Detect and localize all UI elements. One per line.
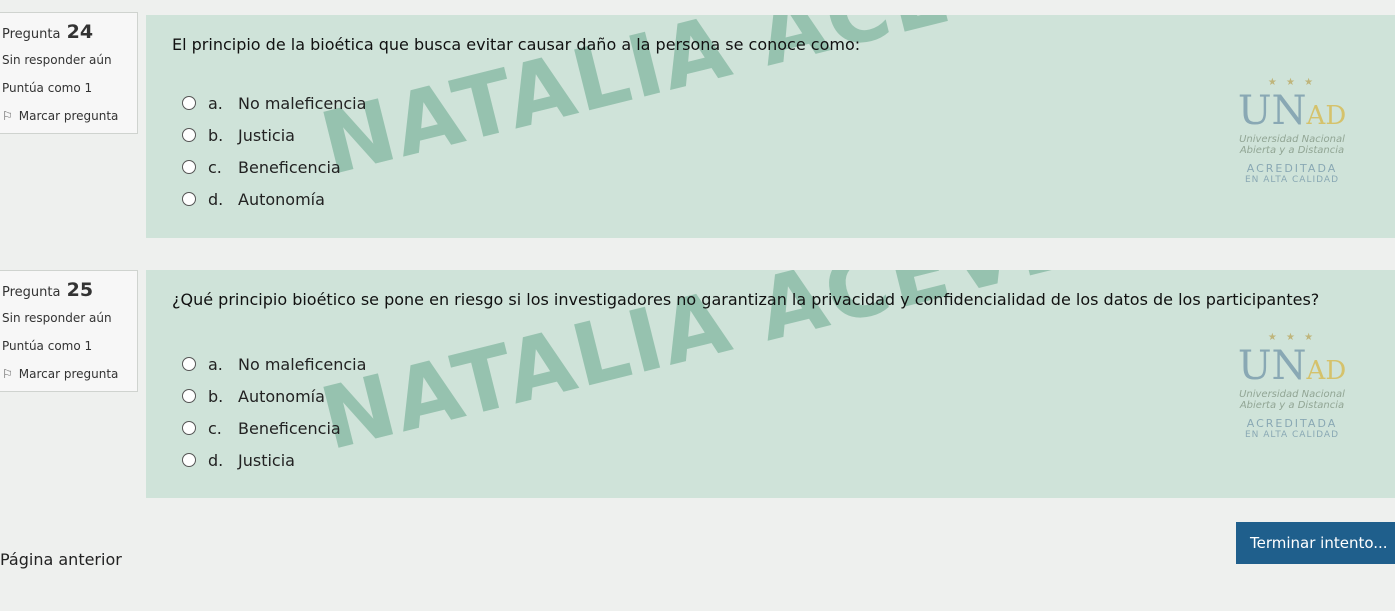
answer-option-d[interactable]: d. Autonomía — [182, 183, 366, 215]
question-grade: Puntúa como 1 — [2, 339, 93, 353]
answer-options: a. No maleficencia b. Justicia c. Beneficen… — [182, 87, 366, 215]
radio-button[interactable] — [182, 421, 196, 435]
answer-option-b[interactable]: b. Justicia — [182, 119, 366, 151]
question-state: Sin responder aún — [2, 53, 112, 67]
question-text: ¿Qué principio bioético se pone en riesg… — [172, 290, 1320, 309]
question-content: NATALIA ACEVEDO VELEZ ★ ★ ★ UNAD Univers… — [146, 270, 1395, 498]
answer-options: a. No maleficencia b. Autonomía c. Benefice… — [182, 348, 366, 476]
question-grade: Puntúa como 1 — [2, 81, 93, 95]
answer-option-c[interactable]: c. Beneficencia — [182, 412, 366, 444]
radio-button[interactable] — [182, 128, 196, 142]
question-info: Pregunta 24 Sin responder aún Puntúa com… — [0, 12, 138, 134]
radio-button[interactable] — [182, 389, 196, 403]
question-content: NATALIA ACEVEDO VELEZ ★ ★ ★ UNAD Univers… — [146, 15, 1395, 238]
flag-question-button[interactable]: ⚐ Marcar pregunta — [2, 109, 137, 123]
question-info: Pregunta 25 Sin responder aún Puntúa com… — [0, 270, 138, 392]
logo-stars-icon: ★ ★ ★ — [1267, 77, 1317, 88]
question-text: El principio de la bioética que busca ev… — [172, 35, 861, 54]
answer-option-c[interactable]: c. Beneficencia — [182, 151, 366, 183]
radio-button[interactable] — [182, 160, 196, 174]
flag-question-button[interactable]: ⚐ Marcar pregunta — [2, 367, 137, 381]
radio-button[interactable] — [182, 453, 196, 467]
flag-icon: ⚐ — [2, 367, 13, 381]
university-logo: ★ ★ ★ UNAD Universidad Nacional Abierta … — [1217, 332, 1367, 472]
radio-button[interactable] — [182, 192, 196, 206]
previous-page-link[interactable]: Página anterior — [0, 550, 122, 569]
question-25: Pregunta 25 Sin responder aún Puntúa com… — [0, 270, 1395, 500]
answer-option-d[interactable]: d. Justicia — [182, 444, 366, 476]
logo-stars-icon: ★ ★ ★ — [1267, 332, 1317, 343]
finish-attempt-button[interactable]: Terminar intento... — [1236, 522, 1395, 564]
radio-button[interactable] — [182, 357, 196, 371]
answer-option-b[interactable]: b. Autonomía — [182, 380, 366, 412]
radio-button[interactable] — [182, 96, 196, 110]
question-24: Pregunta 24 Sin responder aún Puntúa com… — [0, 12, 1395, 238]
answer-option-a[interactable]: a. No maleficencia — [182, 87, 366, 119]
question-number: Pregunta 24 — [2, 21, 94, 43]
university-logo: ★ ★ ★ UNAD Universidad Nacional Abierta … — [1217, 77, 1367, 217]
question-state: Sin responder aún — [2, 311, 112, 325]
flag-icon: ⚐ — [2, 109, 13, 123]
answer-option-a[interactable]: a. No maleficencia — [182, 348, 366, 380]
question-number: Pregunta 25 — [2, 279, 94, 301]
